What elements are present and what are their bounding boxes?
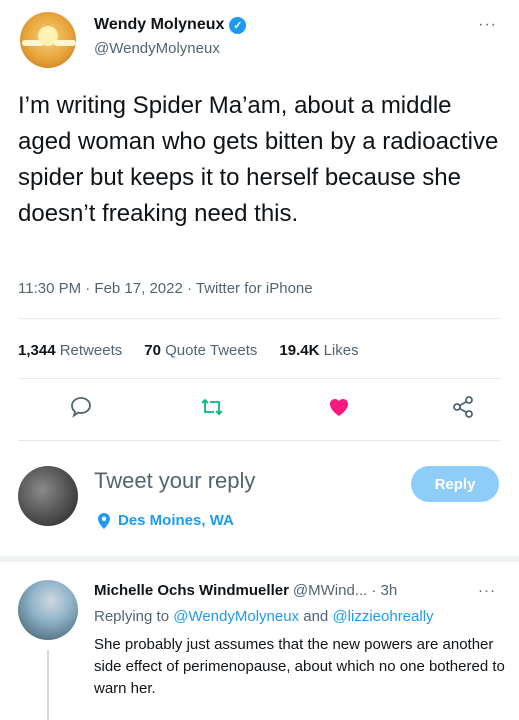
avatar-arm-right (54, 40, 76, 46)
retweet-icon[interactable] (199, 394, 225, 420)
thread-line (47, 650, 49, 720)
quotes-count: 70 (144, 342, 161, 359)
section-separator (0, 556, 519, 562)
likes-label: Likes (323, 342, 359, 359)
commenter-avatar[interactable] (18, 580, 78, 640)
comment-time[interactable]: · 3h (371, 582, 397, 599)
comment-icon[interactable] (68, 394, 94, 420)
replying-to: Replying to @WendyMolyneux and @lizzieoh… (94, 608, 434, 625)
action-bar (18, 384, 501, 432)
tweet-stats: 1,344 Retweets 70 Quote Tweets 19.4K Lik… (18, 342, 359, 359)
location-tag[interactable]: Des Moines, WA (98, 512, 234, 529)
replying-prefix: Replying to (94, 608, 170, 625)
comment-more-icon[interactable]: ··· (478, 582, 496, 599)
divider (18, 318, 501, 319)
commenter-name[interactable]: Michelle Ochs Windmueller (94, 582, 289, 599)
verified-badge-icon: ✓ (229, 16, 247, 34)
more-options-icon[interactable]: ··· (478, 16, 497, 34)
author-handle[interactable]: @WendyMolyneux (94, 40, 220, 57)
retweets-count: 1,344 (18, 342, 56, 359)
tweet-meta: 11:30 PM · Feb 17, 2022 · Twitter for iP… (18, 280, 313, 297)
mention-link[interactable]: @WendyMolyneux (173, 608, 299, 625)
location-text[interactable]: Des Moines, WA (118, 512, 234, 529)
author-name[interactable]: Wendy Molyneux ✓ (94, 16, 247, 34)
reply-input[interactable]: Tweet your reply (94, 468, 255, 494)
user-avatar[interactable] (18, 466, 78, 526)
comment-text: She probably just assumes that the new p… (94, 636, 505, 697)
retweets-label: Retweets (59, 342, 123, 359)
tweet-text: I’m writing Spider Ma’am, about a middle… (18, 92, 499, 227)
divider (18, 440, 501, 441)
likes-count: 19.4K (279, 342, 320, 359)
location-pin-icon (98, 512, 110, 529)
replying-and: and (303, 608, 329, 625)
author-avatar[interactable] (20, 12, 76, 68)
divider (18, 378, 501, 379)
author-name-text[interactable]: Wendy Molyneux (94, 16, 224, 34)
commenter-handle[interactable]: @MWind... (293, 582, 367, 599)
comment-header: Michelle Ochs Windmueller @MWind... · 3h (94, 582, 397, 599)
mention-link[interactable]: @lizzieohreally (332, 608, 433, 625)
retweets-stat[interactable]: 1,344 Retweets (18, 342, 122, 359)
heart-icon[interactable] (326, 394, 352, 420)
likes-stat[interactable]: 19.4K Likes (279, 342, 358, 359)
share-icon[interactable] (450, 394, 476, 420)
quotes-stat[interactable]: 70 Quote Tweets (144, 342, 257, 359)
quotes-label: Quote Tweets (165, 342, 258, 359)
reply-button[interactable]: Reply (411, 466, 499, 502)
